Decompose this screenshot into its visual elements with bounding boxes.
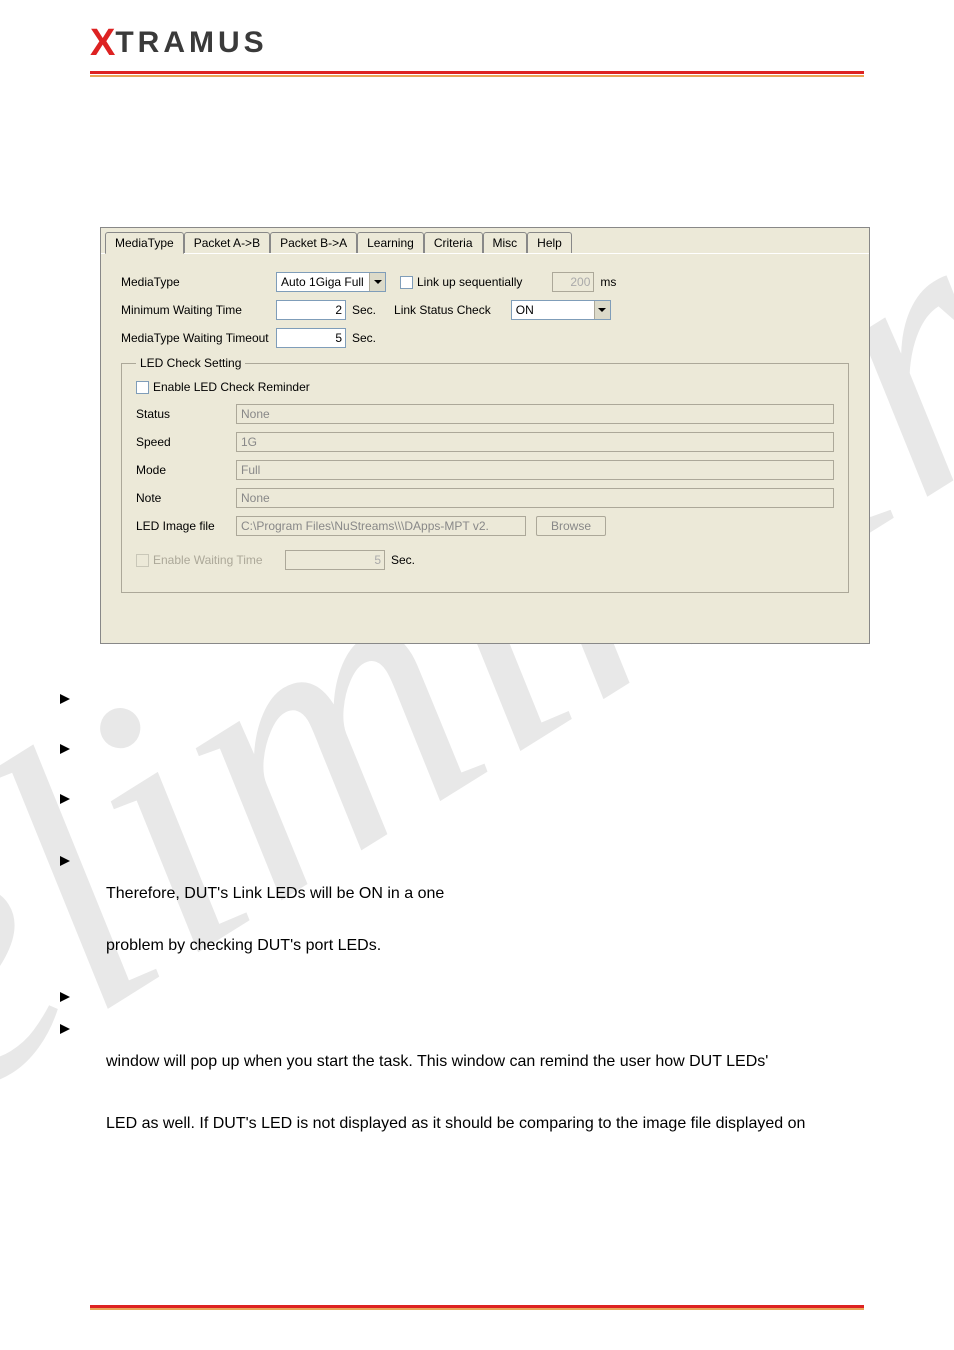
minwait-unit: Sec. <box>352 303 376 317</box>
mediatype-label: MediaType <box>121 275 276 289</box>
body-line-1: Therefore, DUT's Link LEDs will be ON in… <box>106 878 894 910</box>
bullet-icon <box>60 846 88 878</box>
tab-label: Packet A->B <box>194 236 260 250</box>
ledimage-input <box>236 516 526 536</box>
enable-wait-input <box>285 550 385 570</box>
mode-input <box>236 460 834 480</box>
header-rule-red <box>90 71 864 74</box>
mediatype-select[interactable]: Auto 1Giga Full <box>276 272 386 292</box>
header-rule-orange <box>90 75 864 77</box>
enable-led-checkbox[interactable] <box>136 381 149 394</box>
dropdown-icon <box>369 273 385 291</box>
linkstatus-value: ON <box>516 303 534 317</box>
bullet-icon <box>60 784 88 816</box>
status-label: Status <box>136 407 236 421</box>
body-line-4: LED as well. If DUT's LED is not display… <box>106 1108 894 1140</box>
mediatimeout-label: MediaType Waiting Timeout <box>121 331 276 345</box>
led-legend: LED Check Setting <box>136 356 245 370</box>
enable-wait-label: Enable Waiting Time <box>153 553 285 567</box>
mediatimeout-unit: Sec. <box>352 331 376 345</box>
note-label: Note <box>136 491 236 505</box>
enable-wait-checkbox[interactable] <box>136 554 149 567</box>
mediatimeout-input[interactable] <box>276 328 346 348</box>
linkup-seq-unit: ms <box>600 275 616 289</box>
linkup-seq-input[interactable] <box>552 272 594 292</box>
linkup-seq-label: Link up sequentially <box>417 275 522 289</box>
logo-x: X <box>90 22 115 64</box>
tab-packet-ba[interactable]: Packet B->A <box>270 232 357 253</box>
settings-panel: MediaType Packet A->B Packet B->A Learni… <box>100 227 870 644</box>
tab-label: Misc <box>493 236 518 250</box>
bullet-icon <box>60 734 88 766</box>
browse-label: Browse <box>551 519 591 533</box>
linkstatus-select[interactable]: ON <box>511 300 611 320</box>
mediatype-value: Auto 1Giga Full <box>281 275 364 289</box>
footer-rule <box>90 1305 864 1310</box>
tab-label: Criteria <box>434 236 473 250</box>
tab-label: MediaType <box>115 236 174 250</box>
bullet-icon <box>60 982 88 1014</box>
browse-button[interactable]: Browse <box>536 516 606 536</box>
form-area: MediaType Auto 1Giga Full Link up sequen… <box>101 254 869 603</box>
speed-label: Speed <box>136 435 236 449</box>
tab-mediatype[interactable]: MediaType <box>105 232 184 254</box>
enable-wait-unit: Sec. <box>391 553 415 567</box>
bullet-icon <box>60 1014 88 1046</box>
body-text: Therefore, DUT's Link LEDs will be ON in… <box>60 684 894 1140</box>
led-check-fieldset: LED Check Setting Enable LED Check Remin… <box>121 356 849 593</box>
note-input <box>236 488 834 508</box>
speed-input <box>236 432 834 452</box>
tab-packet-ab[interactable]: Packet A->B <box>184 232 270 253</box>
linkstatus-label: Link Status Check <box>394 303 491 317</box>
ledimage-label: LED Image file <box>136 519 236 533</box>
bullet-icon <box>60 684 88 716</box>
mode-label: Mode <box>136 463 236 477</box>
enable-led-label: Enable LED Check Reminder <box>153 380 310 394</box>
body-line-2: problem by checking DUT's port LEDs. <box>106 930 894 962</box>
dropdown-icon <box>594 301 610 319</box>
minwait-label: Minimum Waiting Time <box>121 303 276 317</box>
tab-label: Help <box>537 236 562 250</box>
tab-help[interactable]: Help <box>527 232 572 253</box>
tab-label: Learning <box>367 236 414 250</box>
logo-rest: TRAMUS <box>115 26 267 59</box>
tab-label: Packet B->A <box>280 236 347 250</box>
minwait-input[interactable] <box>276 300 346 320</box>
body-line-3: window will pop up when you start the ta… <box>106 1046 894 1078</box>
status-input <box>236 404 834 424</box>
linkup-seq-checkbox[interactable] <box>400 276 413 289</box>
tab-bar: MediaType Packet A->B Packet B->A Learni… <box>101 228 869 254</box>
tab-misc[interactable]: Misc <box>483 232 528 253</box>
logo: XTRAMUS <box>0 0 954 65</box>
tab-learning[interactable]: Learning <box>357 232 424 253</box>
tab-criteria[interactable]: Criteria <box>424 232 483 253</box>
